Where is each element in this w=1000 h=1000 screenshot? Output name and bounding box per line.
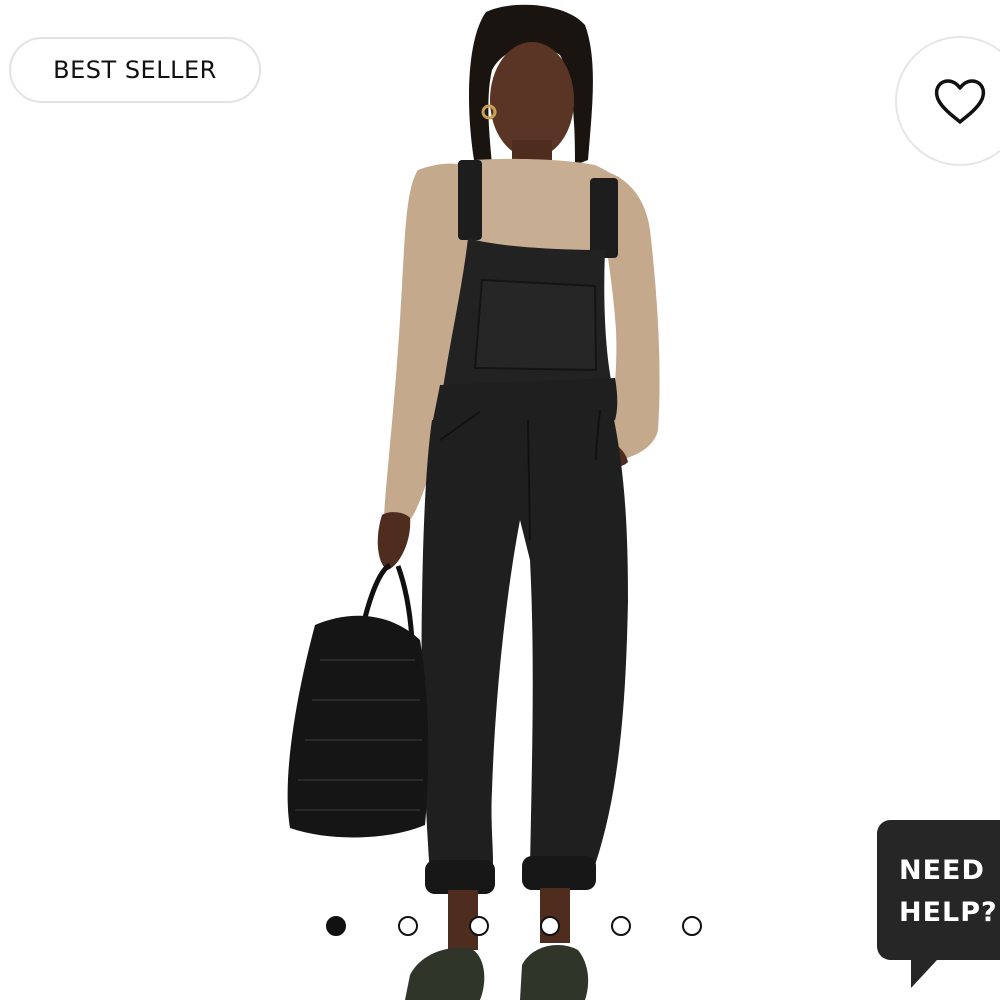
carousel-pagination xyxy=(326,916,706,940)
product-image xyxy=(287,4,660,1000)
carousel-dot-2[interactable] xyxy=(398,916,418,936)
need-help-line1: NEED xyxy=(899,855,985,886)
heart-icon xyxy=(934,79,986,124)
need-help-line2: HELP? xyxy=(899,897,998,928)
best-seller-label: BEST SELLER xyxy=(53,56,217,84)
need-help-label: NEED HELP? xyxy=(899,850,998,934)
carousel-dot-3[interactable] xyxy=(469,916,489,936)
best-seller-badge: BEST SELLER xyxy=(9,37,261,103)
carousel-dot-1[interactable] xyxy=(326,916,346,936)
need-help-button[interactable]: NEED HELP? xyxy=(877,820,1000,988)
carousel-dot-4[interactable] xyxy=(540,916,560,936)
carousel-dot-6[interactable] xyxy=(682,916,702,936)
carousel-dot-5[interactable] xyxy=(611,916,631,936)
product-gallery: BEST SELLER NEED HELP? xyxy=(0,0,1000,1000)
